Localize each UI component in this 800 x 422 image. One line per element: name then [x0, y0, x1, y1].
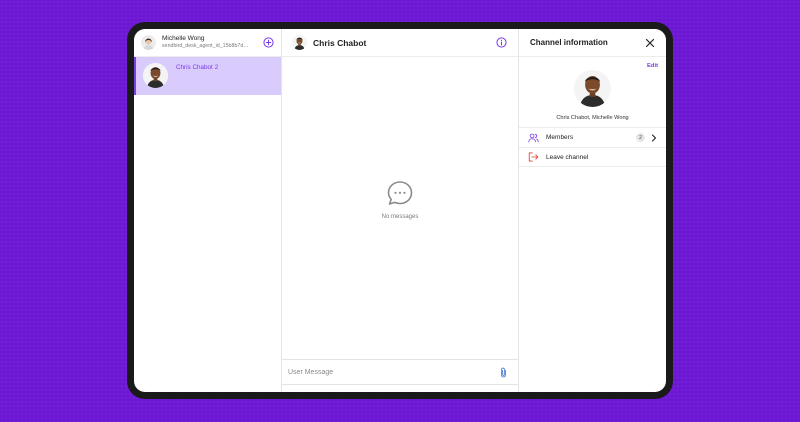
conversation-title: Chris Chabot — [313, 37, 367, 48]
members-row[interactable]: Members 2 — [519, 127, 666, 147]
close-icon — [645, 38, 655, 47]
conversation-avatar — [292, 35, 307, 50]
channel-member-count: 2 — [214, 64, 219, 71]
conversation-header: Chris Chabot — [282, 29, 518, 57]
device-frame: Michelle Wong sendbird_desk_agent_id_15b… — [127, 22, 673, 399]
channel-name: Chris Chabot 2 — [176, 63, 218, 72]
empty-state: No messages — [282, 179, 518, 220]
close-panel-button[interactable] — [643, 36, 657, 50]
channel-info-header: Channel information — [519, 29, 666, 57]
user-name: Michelle Wong — [162, 35, 205, 42]
channel-profile-avatar — [574, 70, 611, 107]
members-label: Members — [546, 134, 574, 141]
leave-channel-label: Leave channel — [546, 153, 589, 161]
channel-list-panel: Michelle Wong sendbird_desk_agent_id_15b… — [134, 29, 282, 392]
channel-list-item[interactable]: Chris Chabot 2 — [134, 57, 281, 95]
user-id: sendbird_desk_agent_id_15b8b7d… — [162, 43, 249, 49]
chat-bubble-icon — [387, 181, 413, 205]
members-icon — [528, 133, 539, 142]
user-info: Michelle Wong sendbird_desk_agent_id_15b… — [162, 35, 261, 50]
channel-name-text: Chris Chabot — [176, 64, 213, 71]
empty-state-text: No messages — [381, 214, 419, 220]
user-profile-header: Michelle Wong sendbird_desk_agent_id_15b… — [134, 29, 281, 57]
channel-member-names: Chris Chabot, Michelle Wong — [556, 115, 629, 121]
channel-info-button[interactable] — [494, 36, 508, 50]
user-avatar[interactable] — [141, 35, 156, 50]
app-screen: Michelle Wong sendbird_desk_agent_id_15b… — [134, 29, 666, 392]
channel-info-menu: Members 2 Leave channel — [519, 127, 666, 167]
channel-info-title: Channel information — [530, 38, 608, 47]
chevron-right-icon — [651, 133, 657, 142]
message-input[interactable] — [288, 368, 496, 376]
conversation-panel: Chris Chabot No messages — [282, 29, 519, 392]
channel-profile: Chris Chabot, Michelle Wong — [519, 70, 666, 121]
channel-avatar — [143, 63, 168, 88]
paperclip-icon — [500, 367, 506, 377]
members-count-badge: 2 — [636, 133, 645, 142]
plus-circle-icon — [262, 37, 274, 48]
message-composer — [282, 359, 518, 385]
leave-icon — [528, 152, 539, 162]
channel-info-panel: Channel information Edit Chris Chabot, M… — [519, 29, 666, 392]
info-icon — [495, 37, 507, 48]
create-channel-button[interactable] — [261, 36, 275, 50]
edit-channel-link[interactable]: Edit — [647, 63, 658, 69]
leave-channel-row[interactable]: Leave channel — [519, 147, 666, 167]
attach-file-button[interactable] — [496, 365, 510, 379]
